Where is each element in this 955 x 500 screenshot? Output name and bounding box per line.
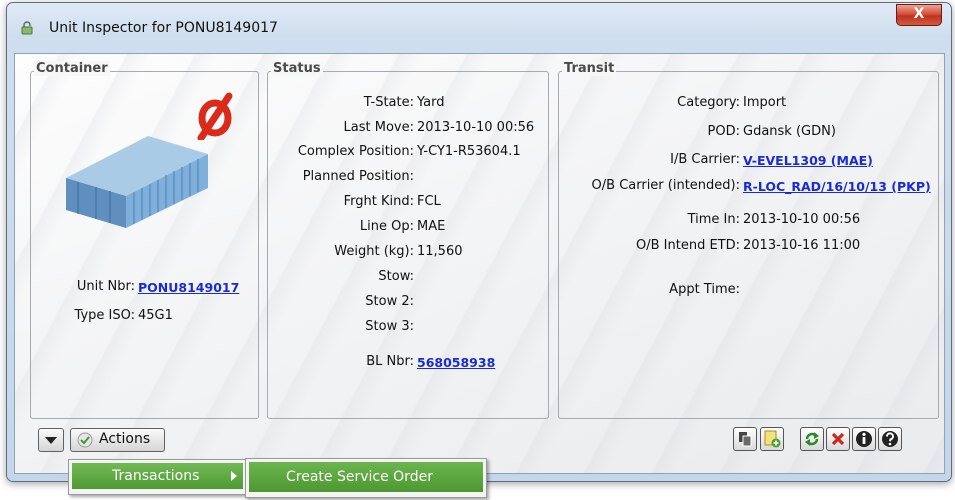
lock-icon (21, 21, 33, 35)
pod-value: Gdansk (GDN) (743, 124, 836, 139)
unit-nbr-link[interactable]: PONU8149017 (138, 280, 239, 295)
unit-nbr-label: Unit Nbr: (76, 279, 135, 294)
expand-dropdown-button[interactable] (38, 428, 64, 452)
transactions-label: Transactions (112, 468, 200, 484)
status-label: Weight (kg): (334, 244, 414, 259)
status-label: Complex Position: (297, 144, 414, 159)
transactions-submenu: Create Service Order (245, 458, 487, 498)
status-label: Stow: (378, 269, 414, 284)
title-bar: Unit Inspector for PONU8149017 X (7, 3, 951, 53)
close-red-icon (831, 432, 845, 446)
appt-time-label: Appt Time: (669, 282, 740, 297)
pod-label: POD: (707, 124, 740, 139)
copy-button[interactable] (733, 427, 757, 451)
triangle-down-icon (45, 437, 57, 444)
ob-carrier-link[interactable]: R-LOC_RAD/16/10/13 (PKP) (743, 179, 931, 194)
help-button[interactable] (878, 427, 902, 451)
unit-inspector-window: Unit Inspector for PONU8149017 X Contain… (6, 2, 952, 482)
status-label: Planned Position: (302, 169, 414, 184)
status-value: MAE (417, 219, 446, 234)
bl-nbr-label: BL Nbr: (366, 354, 414, 369)
status-value: FCL (417, 194, 441, 209)
refresh-button[interactable] (800, 427, 824, 451)
info-button[interactable] (852, 427, 876, 451)
window-close-button[interactable]: X (896, 4, 942, 26)
status-panel: Status T-State: Yard Last Move: 2013-10-… (267, 61, 549, 419)
category-value: Import (743, 95, 787, 110)
help-icon (882, 431, 898, 447)
ob-etd-label: O/B Intend ETD: (636, 238, 740, 253)
category-label: Category: (677, 95, 740, 110)
add-note-icon (764, 430, 781, 448)
container-legend: Container (34, 61, 110, 76)
type-iso-label: Type ISO: (74, 308, 135, 323)
ob-carrier-label: O/B Carrier (intended): (591, 178, 740, 193)
actions-button[interactable]: Actions (70, 428, 165, 452)
status-value: 2013-10-10 00:56 (417, 120, 535, 135)
status-value: Y-CY1-R53604.1 (417, 144, 521, 159)
delete-button[interactable] (826, 427, 850, 451)
type-iso-value: 45G1 (138, 308, 173, 323)
status-label: T-State: (363, 95, 414, 110)
status-label: Frght Kind: (343, 194, 414, 209)
menu-item-create-service-order[interactable]: Create Service Order (249, 462, 483, 492)
ib-carrier-link[interactable]: V-EVEL1309 (MAE) (743, 153, 873, 168)
container-panel: Container Unit Nbr: PONU8149017 Type ISO… (30, 61, 259, 419)
status-legend: Status (271, 61, 323, 76)
ob-etd-value: 2013-10-16 11:00 (743, 238, 861, 253)
add-note-button[interactable] (760, 427, 784, 451)
actions-menu: Transactions (68, 459, 248, 495)
window-title: Unit Inspector for PONU8149017 (49, 20, 278, 36)
refresh-icon (805, 432, 819, 446)
status-label: Line Op: (359, 219, 414, 234)
actions-label: Actions (99, 431, 151, 447)
submenu-arrow-icon (231, 471, 237, 481)
status-value: 11,560 (417, 244, 463, 259)
inspector-body: Container Unit Nbr: PONU8149017 Type ISO… (14, 53, 945, 474)
checkmark-icon (77, 432, 93, 448)
status-label: Stow 2: (365, 294, 414, 309)
ib-carrier-label: I/B Carrier: (670, 152, 740, 167)
copy-icon (739, 432, 752, 447)
status-value: Yard (417, 95, 445, 110)
menu-item-transactions[interactable]: Transactions (72, 463, 243, 489)
time-in-value: 2013-10-10 00:56 (743, 212, 861, 227)
create-service-order-label: Create Service Order (286, 469, 433, 485)
transit-panel: Transit Category: Import POD: Gdansk (GD… (558, 61, 939, 419)
info-icon (856, 431, 872, 447)
transit-legend: Transit (562, 61, 617, 76)
time-in-label: Time In: (687, 212, 740, 227)
status-label: Last Move: (343, 120, 414, 135)
null-symbol-icon (197, 92, 233, 140)
status-label: Stow 3: (365, 319, 414, 334)
bl-nbr-link[interactable]: 568058938 (417, 355, 495, 370)
